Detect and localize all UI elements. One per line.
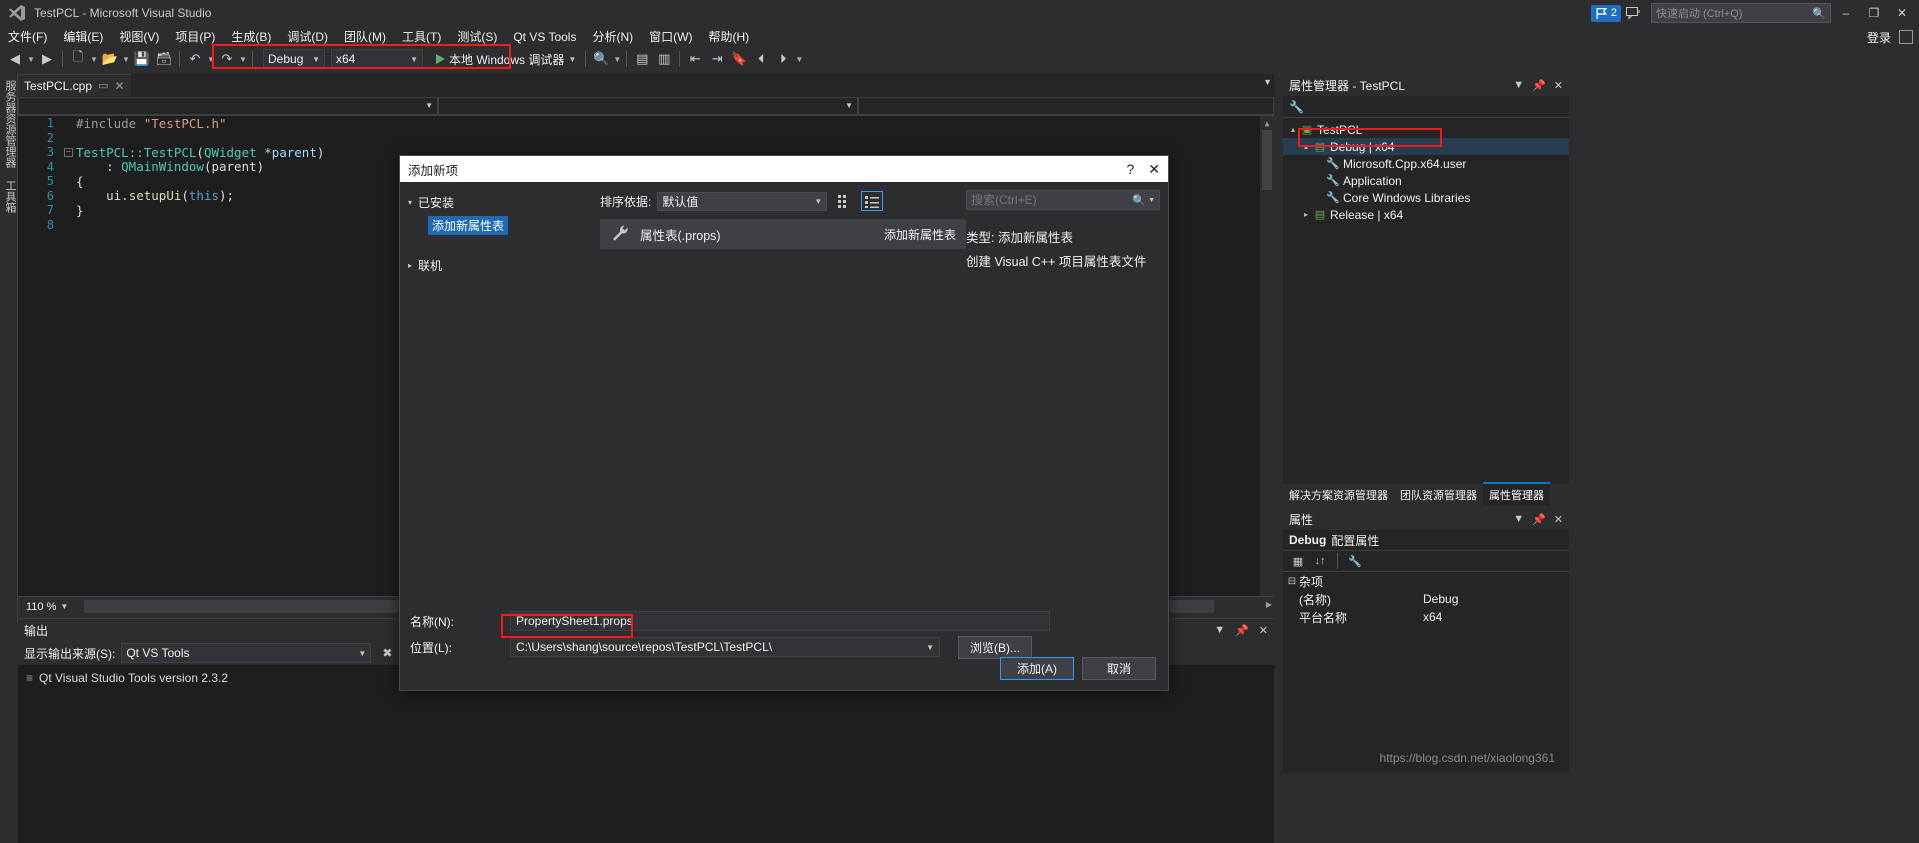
help-icon[interactable]: ? [1126,161,1134,177]
dialog-item-list[interactable]: 属性表(.props) 添加新属性表 [600,219,966,614]
search-input[interactable] [971,193,1129,207]
dialog-action-buttons: 添加(A) 取消 [1000,657,1156,680]
list-item-name: 属性表(.props) [640,228,721,243]
sort-row: 排序依据: 默认值 ▼ [600,190,966,212]
visual-studio-window: TestPCL - Microsoft Visual Studio 2 快速启动… [0,0,1919,843]
detail-type-label: 类型: [966,231,995,245]
detail-description: 创建 Visual C++ 项目属性表文件 [966,255,1147,269]
list-item[interactable]: 属性表(.props) 添加新属性表 [600,219,966,249]
name-value: PropertySheet1.props [516,614,633,628]
dialog-detail-text: 类型: 添加新属性表 创建 Visual C++ 项目属性表文件 [966,210,1160,274]
dialog-item-list-pane: 排序依据: 默认值 ▼ 属性表(.props) 添加新属性表 [600,182,966,628]
name-row: 名称(N): PropertySheet1.props [400,608,1168,634]
cancel-button[interactable]: 取消 [1082,657,1156,680]
location-label: 位置(L): [410,640,453,655]
dialog-title: 添加新项 [408,163,459,178]
modal-overlay: 添加新项 ? ✕ ▾ 已安装 添加新属性表 ▸ 联机 排序依据: 默认值 ▼ 属… [0,0,1919,843]
close-icon[interactable]: ✕ [1148,161,1160,178]
expand-icon: ▾ [408,197,413,207]
sort-label: 排序依据: [600,194,652,209]
dialog-detail-pane: 🔍▼ 类型: 添加新属性表 创建 Visual C++ 项目属性表文件 [966,182,1168,628]
location-input[interactable]: C:\Users\shang\source\repos\TestPCL\Test… [510,637,940,657]
category-children: 添加新属性表 [428,216,600,235]
category-group-online-label: 联机 [418,258,443,273]
list-view-icon[interactable] [861,191,884,211]
category-group-online[interactable]: ▸ 联机 [408,255,600,275]
name-input[interactable]: PropertySheet1.props [510,611,1050,631]
search-icon[interactable]: 🔍 ▼ [1132,194,1155,207]
category-group-installed-label: 已安装 [418,195,455,210]
list-item-tag: 添加新属性表 [883,227,956,242]
location-value: C:\Users\shang\source\repos\TestPCL\Test… [516,640,773,654]
dialog-search-box[interactable]: 🔍▼ [966,190,1160,210]
grid-view-icon[interactable] [833,191,855,211]
dialog-footer: 名称(N): PropertySheet1.props 位置(L): C:\Us… [400,608,1168,690]
name-label: 名称(N): [410,614,454,629]
detail-type-line: 类型: 添加新属性表 [966,226,1160,250]
add-new-item-dialog: 添加新项 ? ✕ ▾ 已安装 添加新属性表 ▸ 联机 排序依据: 默认值 ▼ 属… [399,155,1169,691]
dialog-title-bar: 添加新项 ? ✕ [400,156,1168,182]
dialog-title-actions: ? ✕ [1126,161,1160,178]
expand-icon: ▸ [408,260,413,270]
chevron-down-icon[interactable]: ▼ [926,643,934,652]
chevron-down-icon: ▼ [814,196,823,206]
sort-value: 默认值 [662,194,699,209]
browse-button[interactable]: 浏览(B)... [958,635,1032,659]
category-group-installed[interactable]: ▾ 已安装 [408,192,600,212]
dialog-body: ▾ 已安装 添加新属性表 ▸ 联机 排序依据: 默认值 ▼ 属性表(.props… [400,182,1168,628]
sort-combo[interactable]: 默认值 ▼ [657,191,828,211]
category-item-add-new-property-sheet[interactable]: 添加新属性表 [428,216,509,235]
detail-type-value: 添加新属性表 [997,231,1073,245]
wrench-icon [610,223,630,246]
dialog-category-tree: ▾ 已安装 添加新属性表 ▸ 联机 [400,182,600,628]
add-button[interactable]: 添加(A) [1000,657,1074,680]
